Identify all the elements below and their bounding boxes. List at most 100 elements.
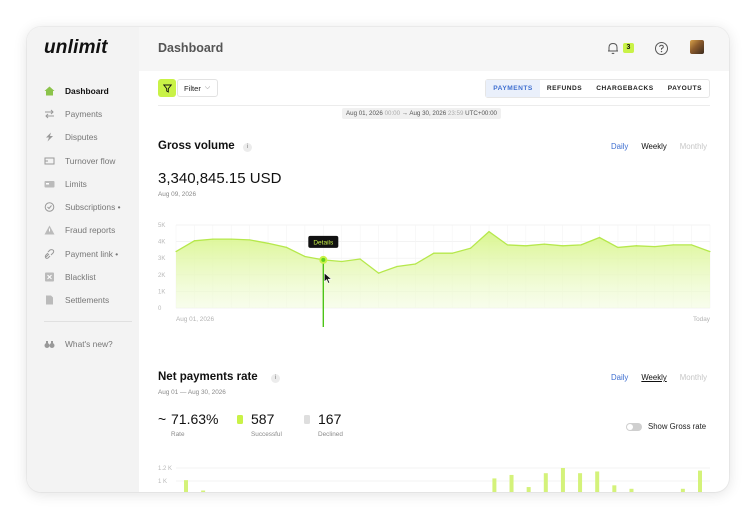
time-start: 00:00 (384, 110, 401, 117)
sidebar-item-limits[interactable]: Limits (27, 172, 139, 195)
bar[interactable] (629, 488, 634, 492)
data-point[interactable] (506, 244, 509, 246)
bar[interactable] (578, 473, 583, 492)
data-point[interactable] (709, 250, 711, 253)
y-tick-label: 3K (158, 256, 165, 262)
sidebar-item-subscriptions[interactable]: Subscriptions • (27, 195, 139, 218)
sidebar-item-label: Subscriptions • (65, 202, 121, 213)
toggle-switch[interactable] (626, 422, 642, 431)
avatar[interactable] (690, 40, 704, 54)
data-point[interactable] (598, 236, 601, 239)
data-point[interactable] (267, 242, 269, 244)
divider (158, 105, 710, 106)
sidebar-item-dashboard[interactable]: Dashboard (27, 79, 139, 102)
bar[interactable] (595, 471, 600, 492)
period-daily[interactable]: Daily (611, 142, 628, 151)
toggle-label: Show Gross rate (648, 422, 707, 431)
period-monthly[interactable]: Monthly (680, 373, 707, 382)
data-point[interactable] (433, 252, 435, 254)
data-point[interactable] (525, 245, 527, 247)
gross-volume-chart[interactable]: 5K 4K 3K 2K 1K 0 Details Aug 01, 2026 Today (158, 217, 718, 327)
info-icon[interactable]: i (271, 374, 280, 383)
period-weekly[interactable]: Weekly (641, 142, 666, 151)
data-point[interactable] (580, 244, 582, 246)
bar[interactable] (184, 480, 188, 492)
data-point[interactable] (562, 245, 564, 247)
period-monthly[interactable]: Monthly (680, 142, 707, 151)
period-weekly[interactable]: Weekly (641, 373, 666, 382)
check-circle-icon (44, 202, 55, 212)
show-gross-rate-toggle[interactable]: Show Gross rate (626, 422, 706, 431)
data-point[interactable] (451, 252, 453, 254)
data-point[interactable] (654, 245, 656, 248)
details-tooltip[interactable]: Details (308, 235, 339, 248)
sidebar-nav: Dashboard Payments Disputes Turnover flo… (27, 79, 139, 312)
sidebar-item-fraud-reports[interactable]: Fraud reports (27, 219, 139, 242)
data-point[interactable] (304, 255, 306, 258)
x-label-end: Today (693, 316, 711, 323)
bell-icon[interactable] (606, 41, 620, 55)
tab-refunds[interactable]: REFUNDS (540, 80, 589, 97)
info-icon[interactable]: i (243, 143, 252, 152)
warning-icon (44, 225, 55, 235)
data-point[interactable] (488, 231, 490, 233)
sidebar-item-label: Blacklist (65, 272, 96, 283)
sidebar-item-settlements[interactable]: Settlements (27, 289, 139, 312)
data-point[interactable] (285, 246, 288, 249)
sidebar-item-disputes[interactable]: Disputes (27, 126, 139, 149)
data-point[interactable] (230, 238, 232, 240)
bar[interactable] (509, 474, 514, 492)
notification-badge: 3 (623, 43, 634, 53)
bar[interactable] (201, 490, 206, 492)
tab-payouts[interactable]: PAYOUTS (661, 80, 709, 97)
filter-icon[interactable] (158, 79, 176, 97)
bar[interactable] (492, 478, 497, 492)
data-point[interactable] (543, 243, 545, 245)
data-point[interactable] (193, 240, 196, 242)
data-point[interactable] (377, 272, 380, 274)
sidebar-item-label: Disputes (65, 132, 98, 143)
filter-button[interactable]: Filter ⌵ (177, 79, 218, 97)
sidebar-item-label: Payments (65, 108, 103, 119)
net-payments-chart[interactable]: 1.2 K 1 K (158, 462, 718, 492)
sidebar-item-whats-new[interactable]: What's new? (27, 332, 139, 355)
data-point[interactable] (249, 239, 251, 241)
sidebar-divider (44, 321, 132, 322)
successful-swatch (237, 415, 243, 424)
bar[interactable] (698, 470, 702, 492)
help-icon[interactable] (654, 41, 669, 56)
sidebar-item-payment-link[interactable]: Payment link • (27, 242, 139, 265)
highlight-point[interactable] (319, 255, 328, 264)
sidebar-item-blacklist[interactable]: Blacklist (27, 265, 139, 288)
bar[interactable] (680, 488, 685, 492)
data-point[interactable] (635, 245, 637, 247)
data-point[interactable] (672, 244, 674, 246)
bar[interactable] (543, 473, 548, 492)
declined-swatch (304, 415, 310, 424)
sidebar-item-payments[interactable]: Payments (27, 102, 139, 125)
sidebar-item-turnover-flow[interactable]: Turnover flow (27, 149, 139, 172)
app-window: unlimit Dashboard Payments Disputes Turn… (27, 27, 729, 492)
data-point[interactable] (212, 238, 214, 240)
data-point[interactable] (690, 244, 693, 246)
bar[interactable] (526, 487, 531, 492)
data-point[interactable] (341, 260, 343, 263)
data-point[interactable] (470, 247, 472, 249)
tab-chargebacks[interactable]: CHARGEBACKS (589, 80, 661, 97)
successful-value: 587 (251, 411, 275, 427)
y-tick-label: 5K (158, 223, 165, 229)
data-point[interactable] (414, 263, 416, 265)
bar[interactable] (560, 468, 565, 492)
tab-payments[interactable]: PAYMENTS (486, 80, 540, 97)
main-content: Dashboard 3 Filter ⌵ PAYMENTS REFUNDS CH… (139, 27, 729, 492)
data-point[interactable] (175, 250, 177, 253)
sidebar-item-label: Dashboard (65, 85, 109, 96)
y-tick-label: 0 (158, 306, 162, 312)
bar[interactable] (612, 485, 617, 492)
period-daily[interactable]: Daily (611, 373, 628, 382)
date-range-chip[interactable]: Aug 01, 2026 00:00 → Aug 30, 2026 23:59 … (342, 108, 501, 119)
data-point[interactable] (359, 258, 361, 260)
data-point[interactable] (617, 246, 619, 249)
binoculars-icon (44, 339, 55, 349)
data-point[interactable] (396, 265, 398, 268)
